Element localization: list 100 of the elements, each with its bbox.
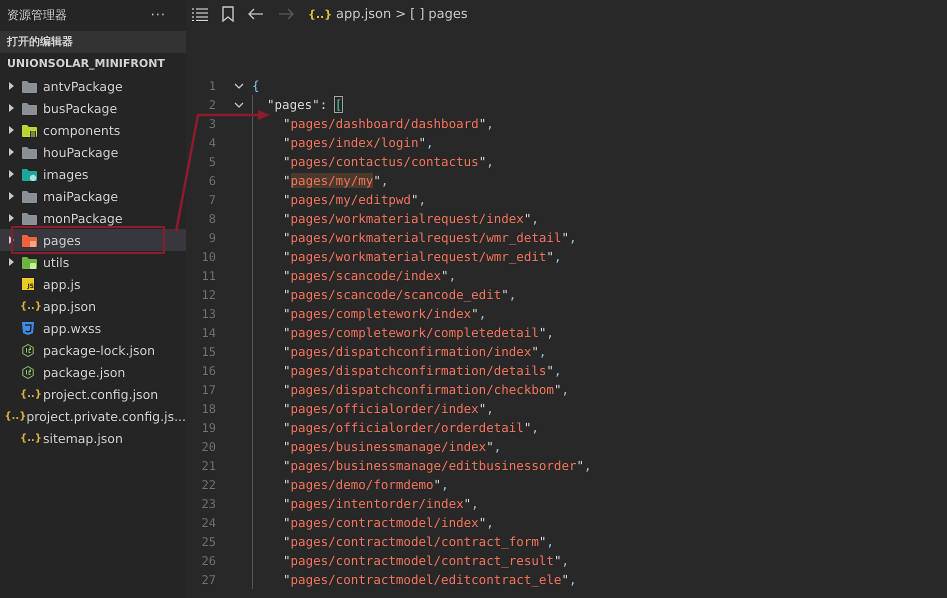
line-number: 1 <box>208 78 216 92</box>
file-tree-item[interactable]: {..}project.private.config.js... <box>0 405 186 427</box>
file-tree-item[interactable]: package.json <box>0 361 186 383</box>
fold-chevron-icon[interactable] <box>234 82 244 88</box>
line-number: 18 <box>200 402 216 416</box>
code-line: "pages/businessmanage/editbusinessorder", <box>252 456 592 475</box>
code-line: "pages/contactus/contactus", <box>252 152 494 171</box>
line-number: 25 <box>200 534 216 548</box>
file-tree-item[interactable]: components <box>0 119 186 141</box>
line-number: 17 <box>200 382 216 396</box>
line-number: 13 <box>200 306 216 320</box>
line-number: 26 <box>200 554 216 568</box>
breadcrumb-node[interactable]: [ ] pages <box>410 6 468 22</box>
breadcrumb-label: pages <box>428 6 468 22</box>
file-tree-item[interactable]: antvPackage <box>0 75 186 97</box>
folder-icon <box>22 168 37 180</box>
code-line: "pages/my/my", <box>252 171 388 190</box>
code-line: "pages/officialorder/orderdetail", <box>252 418 539 437</box>
collapsed-chevron-icon[interactable] <box>8 214 14 222</box>
code-line: "pages/scancode/index", <box>252 266 456 285</box>
file-tree-item[interactable]: app.wxss <box>0 317 186 339</box>
json-file-icon: {..} <box>308 8 332 20</box>
explorer-title: 资源管理器 <box>7 6 67 24</box>
code-line: "pages/businessmanage/index", <box>252 437 502 456</box>
code-line: "pages/scancode/scancode_edit", <box>252 285 516 304</box>
file-tree-item[interactable]: {..}app.json <box>0 295 186 317</box>
collapsed-chevron-icon[interactable] <box>8 82 14 90</box>
folder-icon <box>22 256 37 268</box>
collapsed-chevron-icon[interactable] <box>8 258 14 266</box>
code-line: "pages/completework/completedetail", <box>252 323 554 342</box>
code-line: "pages/dispatchconfirmation/checkbom", <box>252 380 569 399</box>
collapsed-chevron-icon[interactable] <box>8 236 14 244</box>
breadcrumb-file[interactable]: {..} app.json <box>308 6 392 22</box>
code-line: "pages/intentorder/index", <box>252 494 479 513</box>
json-file-icon: {..} <box>4 410 26 422</box>
open-editors-header[interactable]: 打开的编辑器 <box>0 31 186 53</box>
collapsed-chevron-icon[interactable] <box>8 126 14 134</box>
hexagon-file-icon <box>22 366 34 378</box>
folder-icon <box>22 190 37 202</box>
collapsed-chevron-icon[interactable] <box>8 192 14 200</box>
word-highlight: pages/my/my <box>290 173 374 188</box>
folder-icon <box>22 80 37 92</box>
fold-chevron-icon[interactable] <box>234 102 244 108</box>
file-tree-item[interactable]: {..}sitemap.json <box>0 427 186 449</box>
line-number: 11 <box>200 268 216 282</box>
line-number: 20 <box>200 440 216 454</box>
bookmark-icon[interactable] <box>222 6 234 22</box>
line-number: 9 <box>208 230 216 244</box>
code-line: "pages/officialorder/index", <box>252 399 494 418</box>
code-line: "pages/my/editpwd", <box>252 190 426 209</box>
line-number: 7 <box>208 192 216 206</box>
code-line: "pages/completework/index", <box>252 304 486 323</box>
folder-icon <box>22 146 37 158</box>
line-number: 21 <box>200 458 216 472</box>
code-line: "pages/dispatchconfirmation/index", <box>252 342 546 361</box>
folder-icon <box>22 102 37 114</box>
array-icon: [ ] <box>410 6 424 22</box>
file-tree-item[interactable]: busPackage <box>0 97 186 119</box>
code-line: "pages/dispatchconfirmation/details", <box>252 361 562 380</box>
file-tree-item[interactable]: maiPackage <box>0 185 186 207</box>
line-number: 5 <box>208 154 216 168</box>
code-line: "pages/contractmodel/contract_form", <box>252 532 554 551</box>
back-arrow-icon[interactable] <box>248 8 264 20</box>
file-tree-item[interactable]: utils <box>0 251 186 273</box>
line-number: 6 <box>208 174 216 188</box>
json-file-icon: {..} <box>20 300 42 312</box>
folder-icon <box>22 212 37 224</box>
folder-icon <box>22 234 37 246</box>
code-line: "pages/contractmodel/editcontract_ele", <box>252 570 577 589</box>
line-number: 15 <box>200 344 216 358</box>
more-button[interactable]: ··· <box>150 8 166 22</box>
file-tree-item[interactable]: monPackage <box>0 207 186 229</box>
line-number: 4 <box>208 136 216 150</box>
line-number: 16 <box>200 364 216 378</box>
file-tree-item[interactable]: package-lock.json <box>0 339 186 361</box>
line-number: 19 <box>200 420 216 434</box>
line-number: 24 <box>200 516 216 530</box>
file-tree-item[interactable]: images <box>0 163 186 185</box>
collapsed-chevron-icon[interactable] <box>8 104 14 112</box>
code-line: "pages/demo/formdemo", <box>252 475 449 494</box>
line-number: 3 <box>208 116 216 130</box>
code-line: "pages/workmaterialrequest/wmr_detail", <box>252 228 577 247</box>
line-number: 12 <box>200 288 216 302</box>
bracket-match: [ <box>334 97 342 112</box>
collapsed-chevron-icon[interactable] <box>8 148 14 156</box>
json-file-icon: {..} <box>20 432 42 444</box>
file-tree-item[interactable]: pages <box>0 229 186 251</box>
project-header[interactable]: UNIONSOLAR_MINIFRONT <box>0 53 186 75</box>
file-tree-item[interactable]: {..}project.config.json <box>0 383 186 405</box>
line-number: 8 <box>208 212 216 226</box>
code-line: "pages/contractmodel/contract_result", <box>252 551 569 570</box>
line-number: 2 <box>208 98 216 112</box>
code-line: "pages/contractmodel/index", <box>252 513 494 532</box>
line-number: 14 <box>200 326 216 340</box>
hexagon-file-icon <box>22 344 34 356</box>
list-icon[interactable] <box>192 7 208 21</box>
line-number: 23 <box>200 496 216 510</box>
file-tree-item[interactable]: houPackage <box>0 141 186 163</box>
collapsed-chevron-icon[interactable] <box>8 170 14 178</box>
json-file-icon: {..} <box>20 388 42 400</box>
